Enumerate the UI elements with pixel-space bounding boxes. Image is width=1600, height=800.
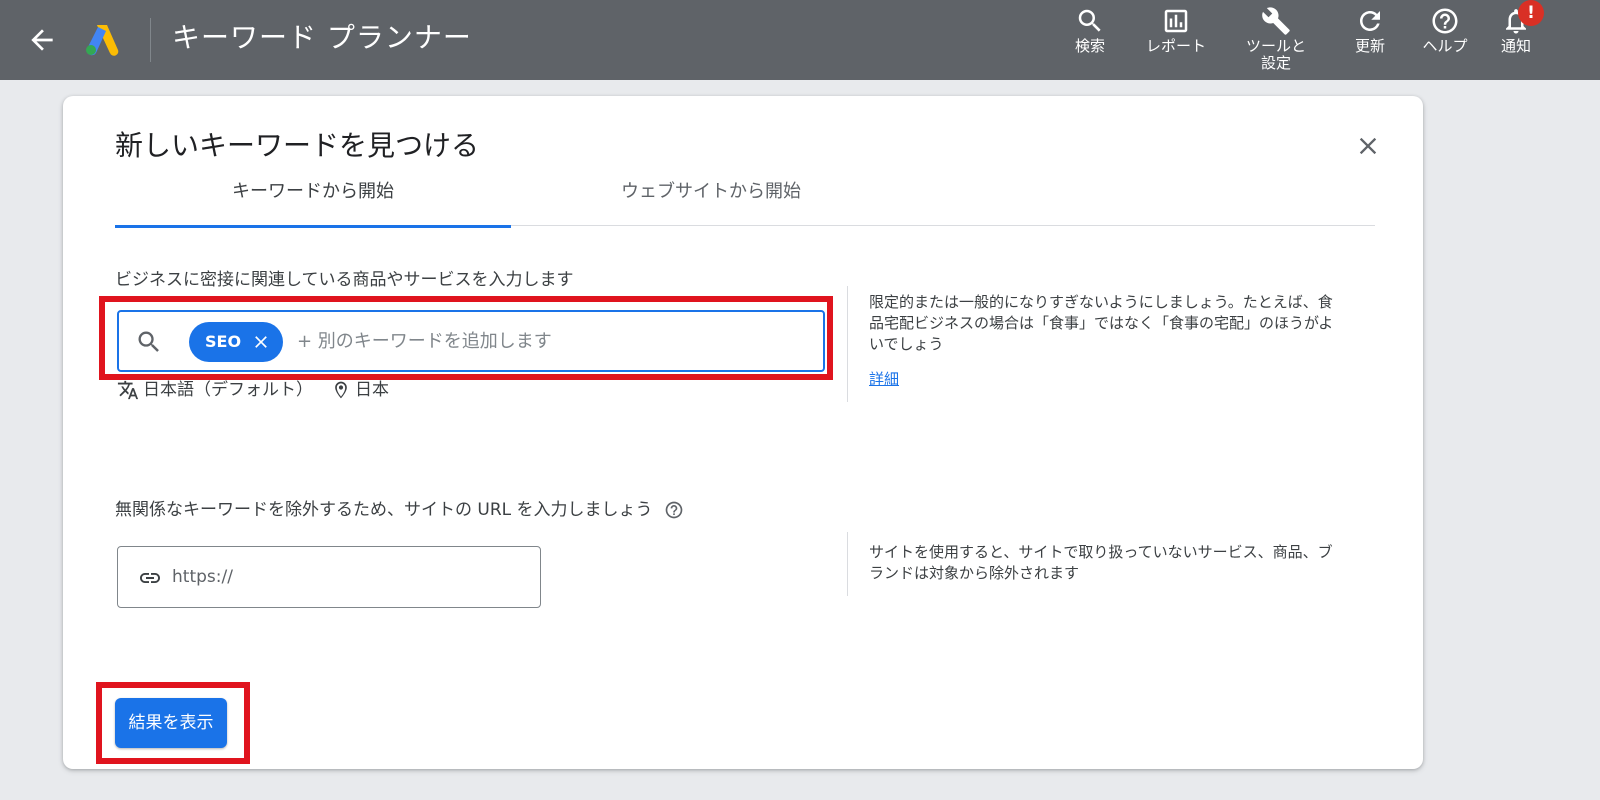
location-label: 日本: [355, 380, 389, 400]
url-field-label: 無関係なキーワードを除外するため、サイトの URL を入力しましょう: [115, 498, 684, 522]
header-divider: [150, 18, 151, 62]
report-icon: [1164, 9, 1188, 33]
back-arrow-icon[interactable]: [26, 24, 58, 56]
show-results-button[interactable]: 結果を表示: [115, 698, 227, 748]
tool-label-notification: 通知: [1500, 37, 1531, 55]
tool-label-search: 検索: [1074, 37, 1105, 55]
url-hint: サイトを使用すると、サイトで取り扱っていないサービス、商品、ブランドは対象から除…: [869, 543, 1333, 582]
dialog-title: 新しいキーワードを見つける: [115, 129, 480, 162]
keyword-chip-label: SEO: [205, 332, 242, 351]
link-icon: [140, 573, 160, 583]
wrench-icon: [1262, 7, 1290, 35]
page-title: キーワード プランナー: [172, 21, 472, 54]
tab-keyword-start-label: キーワードから開始: [232, 181, 394, 202]
search-icon: [1078, 9, 1101, 32]
tool-label-help: ヘルプ: [1422, 37, 1468, 55]
header-refresh-button[interactable]: 更新: [1350, 6, 1390, 55]
tab-bar: キーワードから開始 ウェブサイトから開始: [115, 174, 1375, 228]
keyword-field-label: ビジネスに密接に関連している商品やサービスを入力します: [115, 270, 574, 290]
keyword-hint: 限定的または一般的になりすぎないようにしましょう。たとえば、食品宅配ビジネスの場…: [869, 293, 1334, 353]
header-report-button[interactable]: レポート: [1142, 6, 1210, 55]
app-header: キーワード プランナー 検索 レポート ツールと 設定 更新 ヘルプ 通知 !: [0, 0, 1600, 80]
location-selector[interactable]: 日本: [331, 379, 389, 401]
site-url-input[interactable]: [172, 563, 522, 591]
tool-label-settings: ツールと 設定: [1245, 37, 1306, 72]
search-icon: [138, 331, 159, 352]
header-help-button[interactable]: ヘルプ: [1418, 6, 1472, 55]
language-selector[interactable]: 日本語（デフォルト）: [117, 379, 313, 401]
google-ads-logo: [86, 25, 119, 56]
tab-keyword-start[interactable]: キーワードから開始: [115, 174, 511, 228]
keyword-discovery-dialog: 新しいキーワードを見つける キーワードから開始 ウェブサイトから開始 ビジネスに…: [63, 96, 1423, 769]
tool-label-refresh: 更新: [1354, 37, 1385, 55]
help-icon: [1432, 8, 1458, 34]
location-pin-icon: [335, 381, 347, 399]
header-search-button[interactable]: 検索: [1070, 6, 1110, 55]
targeting-row: 日本語（デフォルト） 日本: [117, 379, 407, 401]
url-field-label-text: 無関係なキーワードを除外するため、サイトの URL を入力しましょう: [115, 500, 653, 520]
tab-website-start[interactable]: ウェブサイトから開始: [511, 174, 911, 226]
site-url-field[interactable]: [117, 546, 541, 608]
notification-badge: !: [1518, 0, 1544, 26]
translate-icon: [117, 380, 139, 400]
tool-label-report: レポート: [1145, 37, 1206, 55]
close-icon[interactable]: [1354, 132, 1382, 160]
header-tools-settings-button[interactable]: ツールと 設定: [1240, 6, 1312, 72]
keyword-add-placeholder[interactable]: + 別のキーワードを追加します: [297, 330, 552, 354]
keyword-chip[interactable]: SEO: [189, 322, 284, 362]
section-divider: [847, 286, 848, 402]
refresh-icon: [1360, 10, 1380, 31]
tab-website-start-label: ウェブサイトから開始: [621, 181, 801, 202]
help-circle-icon[interactable]: [664, 500, 684, 520]
keyword-input[interactable]: SEO + 別のキーワードを追加します: [117, 310, 825, 372]
details-link[interactable]: 詳細: [869, 368, 899, 389]
chip-remove-icon[interactable]: [251, 332, 271, 352]
section-divider-2: [847, 532, 848, 596]
language-label: 日本語（デフォルト）: [143, 380, 313, 400]
